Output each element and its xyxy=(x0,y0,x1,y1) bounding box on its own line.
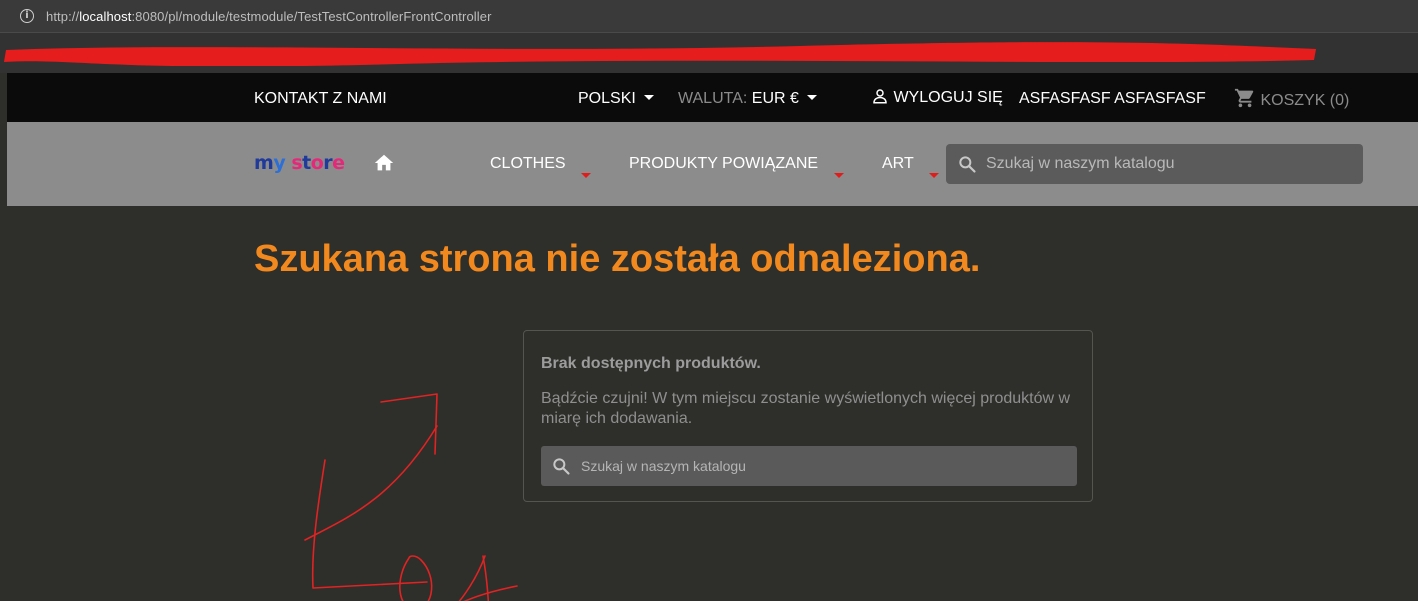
page-title: Szukana strona nie została odnaleziona. xyxy=(254,238,981,280)
currency-selector[interactable]: WALUTA: EUR € xyxy=(678,90,817,108)
logout-label: WYLOGUJ SIĘ xyxy=(893,89,1003,106)
search-icon[interactable] xyxy=(957,154,977,174)
card-text: Bądźcie czujni! W tym miejscu zostanie w… xyxy=(541,390,1071,427)
customer-account-link[interactable]: ASFASFASF ASFASFASF xyxy=(1019,90,1206,108)
cart-label: KOSZYK (0) xyxy=(1260,92,1350,109)
info-icon[interactable]: i xyxy=(20,9,34,23)
catalog-search-input[interactable] xyxy=(581,446,1071,486)
url-text[interactable]: http://localhost:8080/pl/module/testmodu… xyxy=(46,9,492,24)
url-host: localhost xyxy=(79,9,132,24)
home-icon[interactable] xyxy=(373,152,395,174)
caret-down-icon[interactable] xyxy=(929,173,939,178)
user-icon xyxy=(873,89,887,104)
url-path: :8080/pl/module/testmodule/TestTestContr… xyxy=(131,9,492,24)
cart-icon xyxy=(1234,88,1254,108)
logout-link[interactable]: WYLOGUJ SIĘ xyxy=(871,87,1003,107)
caret-down-icon xyxy=(806,95,817,100)
store-page: KONTAKT Z NAMI POLSKI WALUTA: EUR € WYLO… xyxy=(7,73,1418,601)
store-logo[interactable]: my store xyxy=(254,152,354,174)
svg-text:my store: my store xyxy=(254,152,345,174)
language-label: POLSKI xyxy=(578,90,636,107)
menu-item-related-products[interactable]: PRODUKTY POWIĄZANE xyxy=(629,155,818,173)
header-search xyxy=(946,144,1363,184)
contact-link[interactable]: KONTAKT Z NAMI xyxy=(254,90,387,108)
currency-value: EUR € xyxy=(751,90,799,107)
menu-item-art[interactable]: ART xyxy=(882,155,914,173)
caret-down-icon[interactable] xyxy=(581,173,591,178)
card-search xyxy=(541,446,1077,486)
browser-address-bar[interactable]: i http://localhost:8080/pl/module/testmo… xyxy=(0,0,1418,33)
caret-down-icon[interactable] xyxy=(834,173,844,178)
search-icon[interactable] xyxy=(551,456,571,476)
card-title: Brak dostępnych produktów. xyxy=(541,355,761,372)
handwritten-404-annotation xyxy=(304,393,518,601)
no-products-card: Brak dostępnych produktów. Bądźcie czujn… xyxy=(523,330,1093,502)
menu-item-clothes[interactable]: CLOTHES xyxy=(490,155,566,173)
url-prefix: http:// xyxy=(46,9,80,24)
header: my store CLOTHES PRODUKTY POWIĄZANE ART xyxy=(7,122,1418,206)
currency-label: WALUTA: xyxy=(678,90,748,107)
cart-link[interactable]: KOSZYK (0) xyxy=(1234,87,1349,110)
search-input[interactable] xyxy=(986,144,1356,184)
top-nav: KONTAKT Z NAMI POLSKI WALUTA: EUR € WYLO… xyxy=(7,73,1418,122)
caret-down-icon xyxy=(643,95,654,100)
language-selector[interactable]: POLSKI xyxy=(578,90,654,108)
redaction-scribble xyxy=(4,42,1316,66)
